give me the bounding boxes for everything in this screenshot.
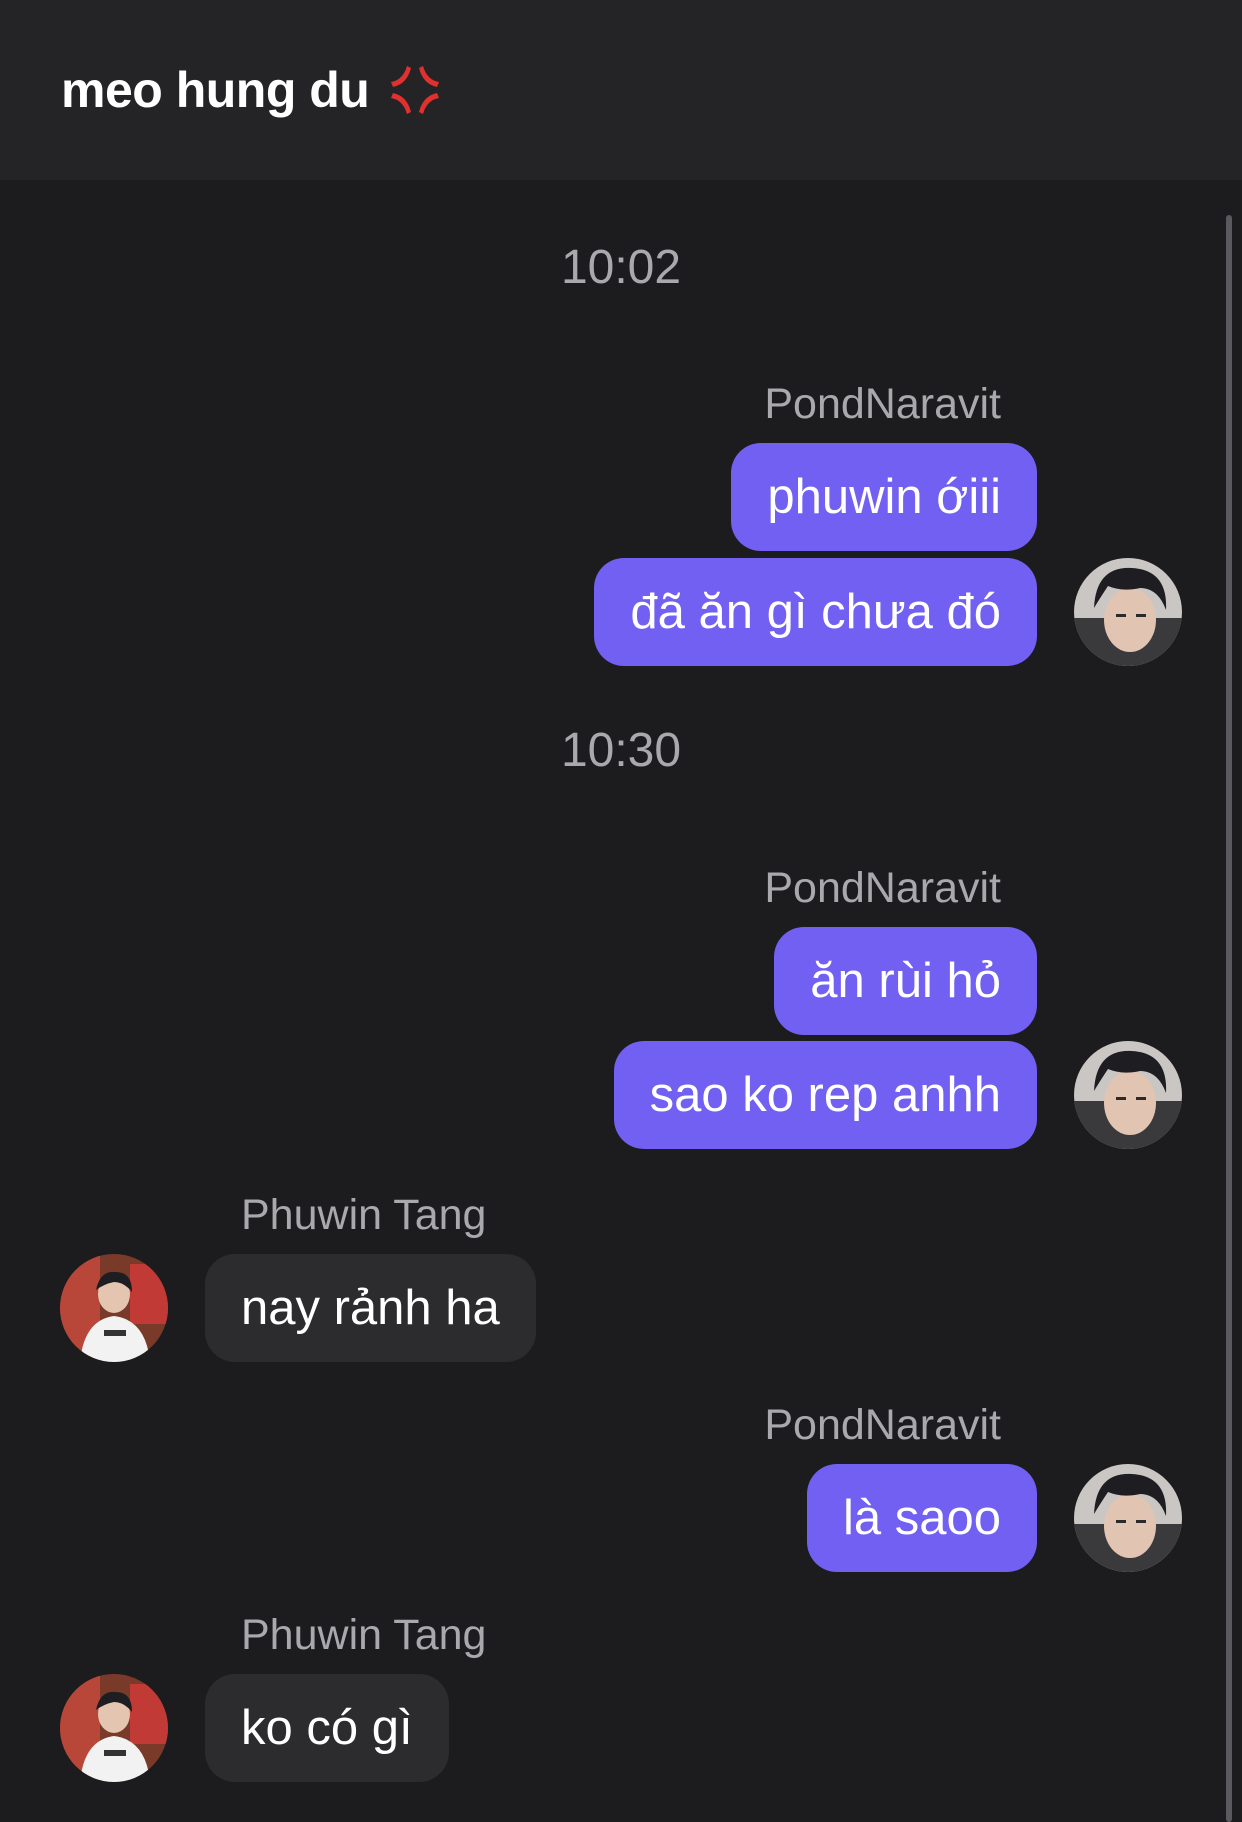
anger-symbol-icon — [387, 62, 443, 118]
avatar[interactable] — [60, 1674, 168, 1782]
avatar[interactable] — [1074, 1464, 1182, 1572]
sender-name: Phuwin Tang — [241, 1191, 487, 1239]
avatar[interactable] — [60, 1254, 168, 1362]
sender-name: Phuwin Tang — [241, 1611, 487, 1659]
chat-title-text: meo hung du — [61, 62, 370, 118]
outgoing-message[interactable]: phuwin ớiii — [731, 443, 1037, 551]
timestamp: 10:30 — [560, 724, 682, 777]
outgoing-message[interactable]: ăn rùi hỏ — [774, 927, 1037, 1035]
sender-name: PondNaravit — [764, 864, 1001, 912]
incoming-message[interactable]: ko có gì — [205, 1674, 449, 1782]
outgoing-message[interactable]: sao ko rep anhh — [613, 1041, 1037, 1149]
outgoing-message[interactable]: là saoo — [806, 1464, 1037, 1572]
avatar[interactable] — [1074, 558, 1182, 666]
chat-header: meo hung du — [0, 0, 1242, 180]
message-list[interactable] — [0, 180, 1242, 1822]
incoming-message[interactable]: nay rảnh ha — [205, 1254, 536, 1362]
sender-name: PondNaravit — [764, 1401, 1001, 1449]
sender-name: PondNaravit — [764, 380, 1001, 428]
scrollbar[interactable] — [1226, 215, 1232, 1822]
chat-title[interactable]: meo hung du — [61, 61, 443, 119]
outgoing-message[interactable]: đã ăn gì chưa đó — [594, 558, 1037, 666]
timestamp: 10:02 — [560, 241, 682, 294]
avatar[interactable] — [1074, 1041, 1182, 1149]
